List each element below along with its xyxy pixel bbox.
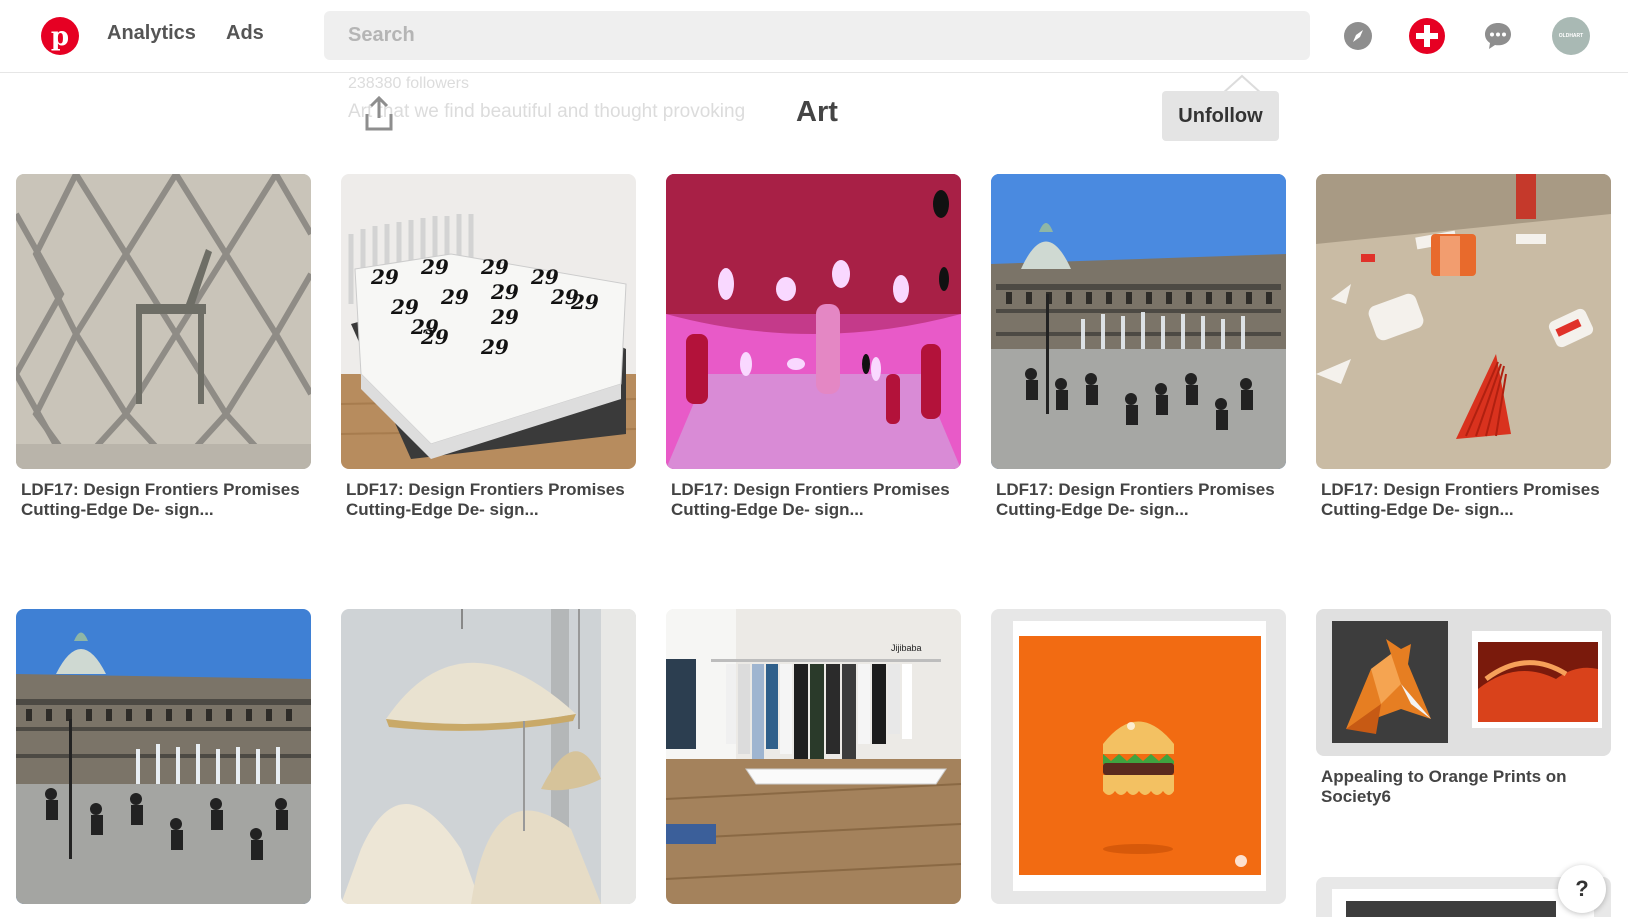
compass-icon[interactable] — [1339, 17, 1377, 55]
board-title: Art — [796, 96, 838, 128]
svg-text:Jijibaba: Jijibaba — [891, 643, 922, 653]
pin-card[interactable]: 29 29 29 29 29 29 29 29 29 29 29 29 29 LDF17: Des… — [341, 174, 636, 520]
svg-text:29: 29 — [490, 280, 519, 304]
svg-text:29: 29 — [490, 305, 519, 329]
pin-image[interactable] — [16, 609, 311, 904]
pin-image[interactable] — [16, 174, 311, 469]
help-button[interactable]: ? — [1558, 865, 1606, 913]
pin-card[interactable]: LDF17: Design Frontiers Promises Cutting… — [666, 174, 961, 520]
pin-title: LDF17: Design Frontiers Promises Cutting… — [346, 480, 625, 519]
pin-image[interactable] — [1316, 174, 1611, 469]
svg-text:29: 29 — [440, 285, 469, 309]
pinterest-logo[interactable]: p — [41, 17, 79, 55]
chat-icon[interactable] — [1479, 17, 1517, 55]
pin-title: Appealing to Orange Prints on Society6 — [1321, 767, 1567, 806]
svg-text:29: 29 — [420, 255, 449, 279]
pin-card[interactable] — [991, 609, 1286, 915]
svg-text:29: 29 — [480, 255, 509, 279]
nav-ads[interactable]: Ads — [226, 22, 264, 45]
pin-title: LDF17: Design Frontiers Promises Cutting… — [996, 480, 1275, 519]
pin-image-detail — [1346, 901, 1556, 917]
svg-text:29: 29 — [420, 325, 449, 349]
pin-image[interactable] — [1316, 609, 1611, 756]
avatar[interactable]: OLDHART — [1552, 17, 1590, 55]
pin-card[interactable]: Jijibaba — [666, 609, 961, 915]
pin-card[interactable]: LDF17: Design Frontiers Promises Cutting… — [991, 174, 1286, 520]
pin-card[interactable]: Appealing to Orange Prints on Society6 — [1316, 609, 1611, 807]
svg-text:29: 29 — [570, 290, 599, 314]
add-icon[interactable] — [1408, 17, 1446, 55]
board-description: Art that we find beautiful and thought p… — [348, 101, 746, 122]
pin-image[interactable] — [991, 174, 1286, 469]
pin-image[interactable] — [666, 174, 961, 469]
pin-title: LDF17: Design Frontiers Promises Cutting… — [1321, 480, 1600, 519]
unfollow-button[interactable]: Unfollow — [1162, 91, 1279, 141]
pin-image[interactable] — [991, 609, 1286, 904]
search-input[interactable] — [324, 11, 1310, 60]
pin-card[interactable] — [16, 609, 311, 915]
share-icon[interactable] — [363, 96, 395, 132]
svg-text:29: 29 — [480, 335, 509, 359]
pin-image[interactable] — [341, 609, 636, 904]
pin-image[interactable]: 29 29 29 29 29 29 29 29 29 29 29 29 29 — [341, 174, 636, 469]
nav-analytics[interactable]: Analytics — [107, 22, 196, 45]
svg-text:p: p — [51, 22, 69, 51]
top-bar: p Analytics Ads OLDHART — [0, 0, 1628, 73]
pin-card[interactable]: LDF17: Design Frontiers Promises Cutting… — [1316, 174, 1611, 520]
board-followers: 238380 followers — [348, 75, 469, 92]
pin-image[interactable]: Jijibaba — [666, 609, 961, 904]
pin-title: LDF17: Design Frontiers Promises Cutting… — [671, 480, 950, 519]
pin-card[interactable]: LDF17: Design Frontiers Promises Cutting… — [16, 174, 311, 520]
svg-text:29: 29 — [370, 265, 399, 289]
pin-title: LDF17: Design Frontiers Promises Cutting… — [21, 480, 300, 519]
pin-card[interactable] — [341, 609, 636, 915]
